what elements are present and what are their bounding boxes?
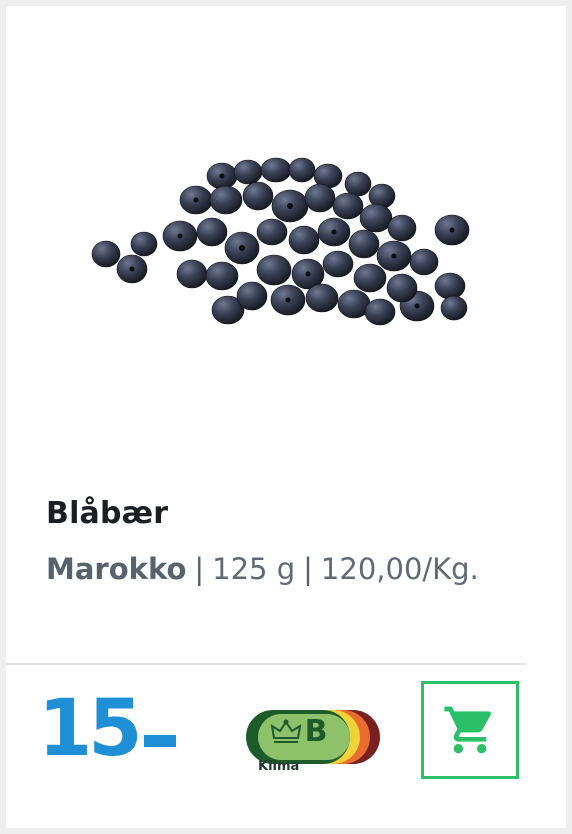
price: 15 — [38, 684, 143, 774]
price-dash — [144, 735, 176, 747]
product-size: 125 g — [212, 552, 296, 586]
product-unit-price: 120,00/Kg. — [320, 552, 479, 586]
separator: | — [194, 552, 205, 586]
climate-grade: B — [304, 714, 328, 749]
separator: | — [303, 552, 313, 586]
product-details: Marokko | 125 g | 120,00/Kg. — [46, 552, 479, 586]
crown-icon — [270, 719, 302, 743]
shopping-cart-icon — [444, 706, 492, 754]
product-image[interactable] — [76, 136, 506, 356]
product-title[interactable]: Blåbær — [46, 496, 168, 531]
add-to-cart-button[interactable] — [421, 681, 519, 779]
product-origin: Marokko — [46, 552, 187, 586]
climate-label: Klima — [258, 759, 300, 774]
divider — [6, 663, 526, 665]
